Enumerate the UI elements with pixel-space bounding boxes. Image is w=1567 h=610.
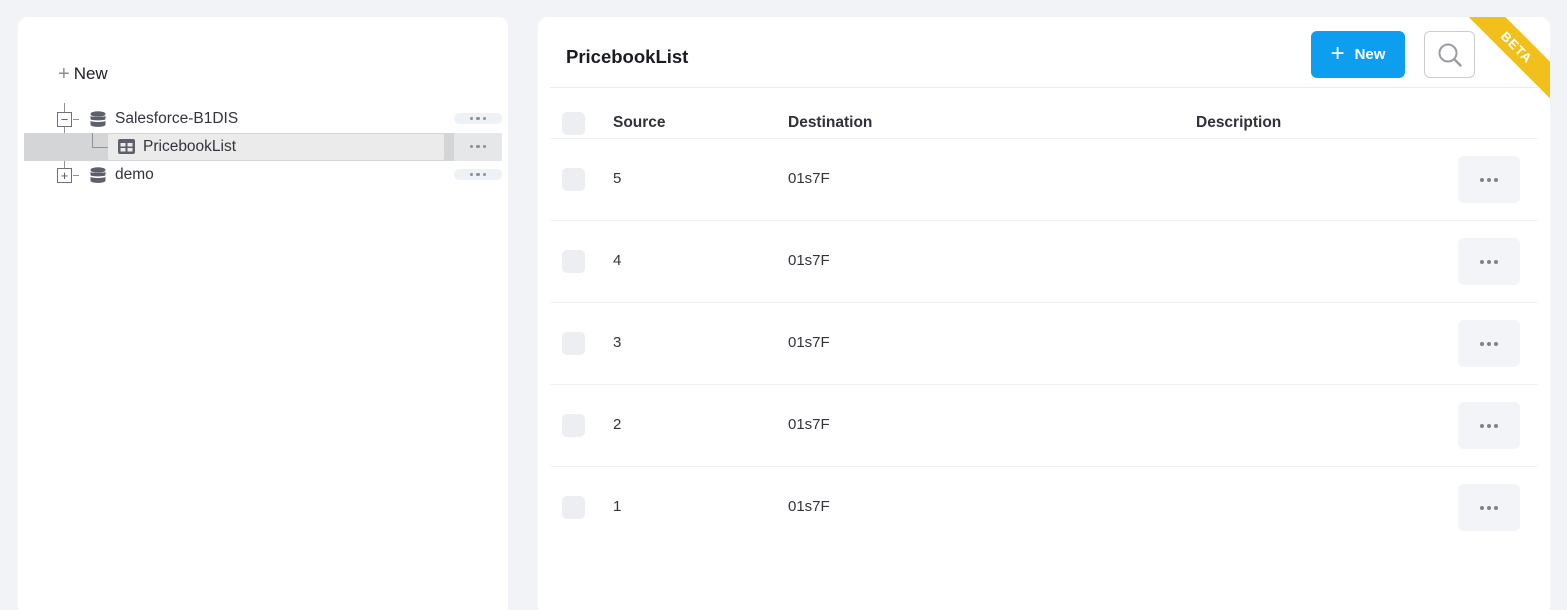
table-row[interactable]: 3 01s7F <box>550 303 1538 385</box>
header-divider <box>550 87 1538 88</box>
cell-destination: 01s7F <box>788 498 830 515</box>
select-all-checkbox[interactable] <box>562 112 585 135</box>
page-title: PricebookList <box>566 46 689 67</box>
tree-node-demo[interactable]: + demo <box>18 161 508 189</box>
table-row[interactable]: 5 01s7F <box>550 139 1538 221</box>
dot-icon <box>1480 505 1484 510</box>
tree-node-salesforce[interactable]: − Salesforce-B1DIS <box>18 103 508 133</box>
cell-source: 2 <box>613 416 622 433</box>
tree-connector <box>92 133 94 147</box>
dot-icon <box>469 172 474 177</box>
cell-destination: 01s7F <box>788 334 830 351</box>
row-more-button[interactable] <box>1458 238 1520 285</box>
dot-icon <box>1494 341 1498 346</box>
row-checkbox[interactable] <box>562 168 585 191</box>
row-checkbox[interactable] <box>562 414 585 437</box>
table-header: Source Destination Description <box>550 107 1538 139</box>
row-more-button[interactable] <box>1458 320 1520 367</box>
plus-icon: + <box>58 63 70 85</box>
row-more-button[interactable] <box>1458 484 1520 531</box>
database-icon <box>90 167 106 183</box>
dot-icon <box>1487 505 1491 510</box>
table-row[interactable]: 1 01s7F <box>550 467 1538 549</box>
tree-node-label: Salesforce-B1DIS <box>115 110 239 127</box>
dot-icon <box>1487 423 1491 428</box>
dot-icon <box>476 172 480 177</box>
connection-tree: − Salesforce-B1DIS PricebookList + demo <box>18 103 508 189</box>
tree-node-label: demo <box>115 166 154 183</box>
collapse-toggle-icon[interactable]: − <box>57 112 72 127</box>
expand-toggle-icon[interactable]: + <box>57 168 72 183</box>
search-button[interactable] <box>1424 31 1475 78</box>
row-checkbox[interactable] <box>562 332 585 355</box>
new-connection-label: New <box>73 64 108 83</box>
dot-icon <box>469 144 474 149</box>
connection-tree-panel: + New − Salesforce-B1DIS PricebookList +… <box>18 17 508 610</box>
app-page: + New − Salesforce-B1DIS PricebookList +… <box>0 0 1567 610</box>
tree-node-label: PricebookList <box>143 138 237 155</box>
dot-icon <box>1480 341 1484 346</box>
dot-icon <box>1480 259 1484 264</box>
dot-icon <box>1480 423 1484 428</box>
tree-connector <box>64 161 66 168</box>
database-icon <box>90 111 106 127</box>
new-mapping-label: New <box>1354 46 1386 63</box>
tree-node-pricebooklist[interactable]: PricebookList <box>18 133 508 161</box>
column-header-description[interactable]: Description <box>1196 114 1281 132</box>
mapping-list-panel: PricebookList + New BETA Source Destinat… <box>538 17 1550 610</box>
dot-icon <box>1494 259 1498 264</box>
dot-icon <box>476 116 480 121</box>
cell-destination: 01s7F <box>788 252 830 269</box>
cell-destination: 01s7F <box>788 416 830 433</box>
column-header-destination[interactable]: Destination <box>788 114 872 132</box>
row-more-button[interactable] <box>1458 402 1520 449</box>
table-row[interactable]: 4 01s7F <box>550 221 1538 303</box>
dot-icon <box>1480 177 1484 182</box>
cell-source: 3 <box>613 334 622 351</box>
dot-icon <box>1487 177 1491 182</box>
cell-source: 5 <box>613 170 622 187</box>
row-checkbox[interactable] <box>562 250 585 273</box>
dot-icon <box>1494 505 1498 510</box>
dot-icon <box>1494 177 1498 182</box>
tree-connector <box>92 147 108 149</box>
dot-icon <box>1494 423 1498 428</box>
dot-icon <box>1487 341 1491 346</box>
dot-icon <box>482 144 487 149</box>
table-body: 5 01s7F 4 01s7F 3 01s7F 2 01s7F 1 01s7F <box>550 139 1538 549</box>
new-mapping-button[interactable]: + New <box>1311 31 1405 78</box>
tree-connector <box>73 119 79 121</box>
dot-icon <box>482 116 487 121</box>
dot-icon <box>482 172 487 177</box>
dot-icon <box>469 116 474 121</box>
table-icon <box>118 139 135 154</box>
search-icon <box>1438 43 1462 67</box>
row-more-button[interactable] <box>1458 156 1520 203</box>
cell-source: 1 <box>613 498 622 515</box>
new-connection-button[interactable]: + New <box>58 64 108 84</box>
node-more-button[interactable] <box>454 169 502 180</box>
column-header-source[interactable]: Source <box>613 114 666 132</box>
dot-icon <box>1487 259 1491 264</box>
cell-source: 4 <box>613 252 622 269</box>
cell-destination: 01s7F <box>788 170 830 187</box>
dot-icon <box>476 144 480 149</box>
node-more-button[interactable] <box>454 113 502 124</box>
mapping-table: Source Destination Description 5 01s7F 4… <box>550 107 1538 549</box>
tree-connector <box>73 175 79 177</box>
row-checkbox[interactable] <box>562 496 585 519</box>
table-row[interactable]: 2 01s7F <box>550 385 1538 467</box>
node-more-button[interactable] <box>454 141 502 152</box>
tree-connector <box>64 103 66 112</box>
plus-icon: + <box>1330 39 1345 67</box>
